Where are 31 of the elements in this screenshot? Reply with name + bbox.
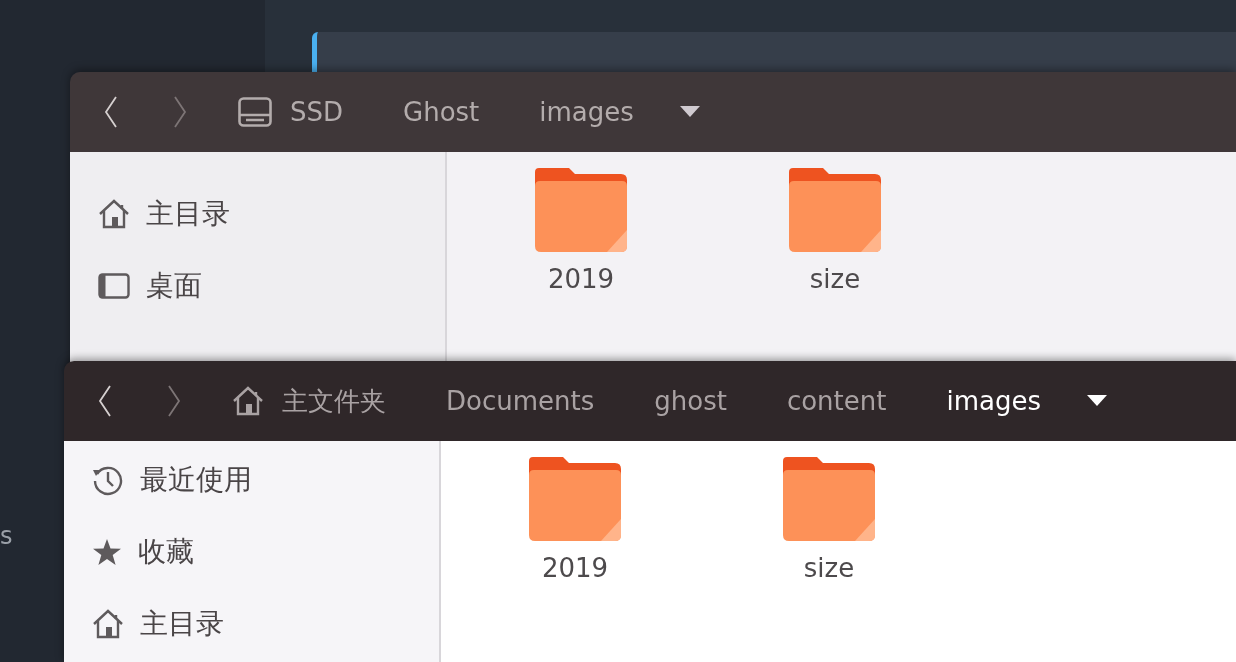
home-icon (98, 199, 130, 229)
path-button[interactable]: content (756, 377, 917, 425)
path-button[interactable]: Documents (416, 377, 625, 425)
path-button[interactable]: ghost (624, 377, 757, 425)
star-icon (92, 538, 122, 566)
folder-icon (529, 457, 621, 541)
path-button[interactable]: Ghost (373, 88, 510, 136)
sidebar-item[interactable]: 主目录 (64, 588, 439, 660)
folder-icon (783, 457, 875, 541)
path-button[interactable]: images (916, 377, 1071, 425)
dropdown-caret-icon[interactable] (1086, 395, 1107, 407)
folder-name[interactable]: size (803, 553, 855, 583)
folder-name[interactable]: 2019 (547, 264, 615, 294)
desktop-icon (98, 273, 130, 299)
folder-icon (535, 168, 627, 252)
home-icon (92, 609, 124, 639)
folder-icon (789, 168, 881, 252)
folder-name[interactable]: size (809, 264, 861, 294)
path-button[interactable]: images (509, 88, 664, 136)
sidebar-item[interactable]: 桌面 (70, 250, 445, 322)
desktop-text: s (0, 522, 13, 550)
history-icon (92, 464, 124, 496)
drive-icon (238, 97, 272, 127)
path-button[interactable]: SSD (208, 88, 374, 136)
sidebar-item[interactable]: 最近使用 (64, 444, 439, 516)
folder-name[interactable]: 2019 (541, 553, 609, 583)
home-icon (232, 386, 264, 416)
sidebar-item[interactable]: 收藏 (64, 516, 439, 588)
dropdown-caret-icon[interactable] (679, 106, 700, 118)
sidebar-item[interactable]: 主目录 (70, 178, 445, 250)
path-button[interactable]: 主文件夹 (202, 377, 416, 425)
